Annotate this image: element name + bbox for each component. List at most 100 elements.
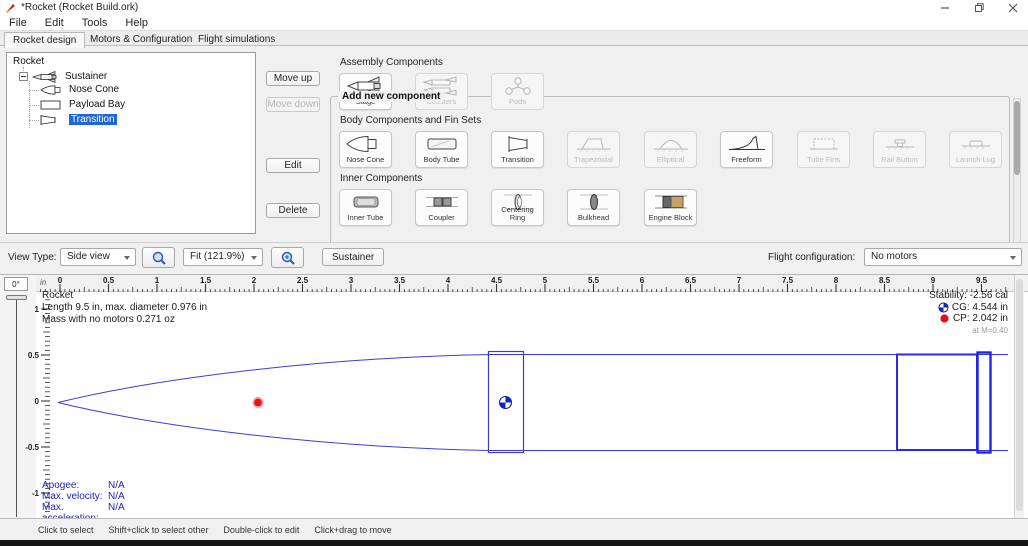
chevron-down-icon (251, 256, 257, 260)
payload-bay-tree-icon (40, 100, 66, 110)
scrollbar-thumb[interactable] (1014, 101, 1020, 175)
hint-shift-click: Shift+click to select other (109, 525, 209, 535)
restore-icon (974, 3, 984, 13)
scrollbar-thumb[interactable] (1016, 279, 1023, 511)
section-body-components: Body Components and Fin Sets (340, 115, 481, 126)
move-up-button[interactable]: Move up (266, 71, 320, 86)
transition-icon (496, 134, 540, 154)
tree-item-rocket[interactable]: Rocket (13, 56, 44, 67)
tree-item-label-selected[interactable]: Transition (69, 114, 117, 125)
rocket-mass-info: Mass with no motors 0.271 oz (42, 314, 207, 326)
component-button-nose-cone[interactable]: Nose Cone (339, 131, 392, 168)
tree-connector (29, 105, 39, 106)
zoom-in-button[interactable] (271, 247, 304, 268)
nose-cone-tree-icon (40, 85, 66, 95)
chevron-down-icon (1010, 256, 1016, 260)
component-button-freeform[interactable]: Freeform (720, 131, 773, 168)
trapezoidal-fin-icon (572, 134, 616, 154)
tree-item-label[interactable]: Nose Cone (69, 84, 119, 95)
cg-marker (500, 397, 512, 409)
mach-condition: at M=0.40 (929, 325, 1008, 337)
window-title: *Rocket (Rocket Build.ork) (21, 2, 138, 13)
component-button-coupler[interactable]: Coupler (415, 189, 468, 226)
tab-flight-simulations[interactable]: Flight simulations (190, 32, 283, 47)
menu-bar: File Edit Tools Help (0, 16, 1028, 30)
cg-value: CG: 4.544 in (952, 302, 1008, 314)
add-component-title: Add new component (338, 91, 444, 102)
tree-item-label[interactable]: Payload Bay (69, 99, 125, 110)
tree-connector (29, 90, 39, 91)
component-button-elliptical[interactable]: Elliptical (644, 131, 697, 168)
delete-button[interactable]: Delete (266, 203, 320, 218)
stage-tree-icon (32, 71, 60, 83)
component-button-bulkhead[interactable]: Bulkhead (567, 189, 620, 226)
flight-configuration-label: Flight configuration: (768, 252, 855, 263)
stage-toggle-sustainer[interactable]: Sustainer (322, 248, 384, 266)
tree-item-label[interactable]: Sustainer (65, 71, 107, 82)
component-button-tube-fins[interactable]: Tube Fins (797, 131, 850, 168)
tab-rocket-design[interactable]: Rocket design (4, 32, 85, 48)
component-button-engine-block[interactable]: Engine Block (644, 189, 697, 226)
tree-connector (29, 120, 39, 121)
selected-transition-outline (978, 353, 991, 453)
openrocket-window: *Rocket (Rocket Build.ork) File Edit Too… (0, 0, 1028, 546)
rotation-slider-handle[interactable] (6, 295, 27, 300)
component-button-trapezoidal[interactable]: Trapezoidal (567, 131, 620, 168)
component-button-transition[interactable]: Transition (491, 131, 544, 168)
tab-motors-configuration[interactable]: Motors & Configuration (82, 32, 200, 47)
component-button-centering-ring[interactable]: Centering Ring (491, 189, 544, 226)
component-button-rail-button[interactable]: Rail Button (873, 131, 926, 168)
section-assembly-components: Assembly Components (340, 57, 443, 68)
maximize-button[interactable] (964, 0, 994, 16)
rail-button-icon (878, 134, 922, 154)
component-button-inner-tube[interactable]: Inner Tube (339, 189, 392, 226)
zoom-out-button[interactable] (142, 247, 175, 268)
ruler-unit: in (40, 278, 46, 287)
tube-fins-icon (802, 134, 846, 154)
body-tube-icon (420, 134, 464, 154)
zoom-level-select[interactable]: Fit (121.9%) (183, 248, 263, 266)
inner-tube-icon (344, 192, 388, 212)
engine-block-icon (649, 192, 693, 212)
view-type-select[interactable]: Side view (60, 248, 136, 266)
rotation-column: 0° (0, 275, 36, 519)
menu-file[interactable]: File (0, 17, 36, 29)
main-tab-bar: Rocket design Motors & Configuration Fli… (0, 30, 1028, 46)
app-rocket-icon (5, 2, 17, 14)
edit-button[interactable]: Edit (266, 158, 320, 173)
menu-edit[interactable]: Edit (36, 17, 73, 29)
component-button-launch-lug[interactable]: Launch Lug (949, 131, 1002, 168)
cg-icon (938, 302, 949, 313)
rocket-name: Rocket (42, 290, 207, 302)
max-velocity-value: N/A (108, 491, 125, 502)
close-button[interactable] (998, 0, 1028, 16)
component-button-pods[interactable]: Pods (491, 73, 544, 110)
max-velocity-label: Max. velocity: (42, 491, 108, 502)
cp-value: CP: 2.042 in (953, 313, 1008, 325)
elliptical-fin-icon (649, 134, 693, 154)
menu-tools[interactable]: Tools (73, 17, 117, 29)
design-panel: Rocket Sustainer (0, 46, 1028, 242)
flight-configuration-select[interactable]: No motors (864, 248, 1022, 266)
rotation-slider-track (16, 297, 17, 517)
apogee-label: Apogee: (42, 480, 108, 491)
rocket-design-canvas[interactable]: 0° in (0, 274, 1028, 518)
component-tree[interactable]: Rocket Sustainer (6, 52, 256, 234)
minimize-button[interactable] (930, 0, 960, 16)
title-bar: *Rocket (Rocket Build.ork) (0, 0, 1028, 16)
component-button-body-tube[interactable]: Body Tube (415, 131, 468, 168)
pods-icon (496, 76, 540, 96)
canvas-scrollbar[interactable] (1014, 275, 1024, 519)
nose-cone-icon (344, 134, 388, 154)
transition-shoulder-outline (897, 355, 977, 451)
hint-click-drag: Click+drag to move (314, 525, 391, 535)
magnifier-icon (280, 250, 296, 266)
freeform-fin-icon (725, 134, 769, 154)
move-down-button[interactable]: Move down (266, 97, 320, 112)
apogee-value: N/A (108, 480, 125, 491)
collapse-expander-icon[interactable] (19, 72, 28, 81)
rocket-length-info: Length 9.5 in, max. diameter 0.976 in (42, 302, 207, 314)
coupler-icon (420, 192, 464, 212)
hint-click-select: Click to select (38, 525, 94, 535)
menu-help[interactable]: Help (116, 17, 157, 29)
